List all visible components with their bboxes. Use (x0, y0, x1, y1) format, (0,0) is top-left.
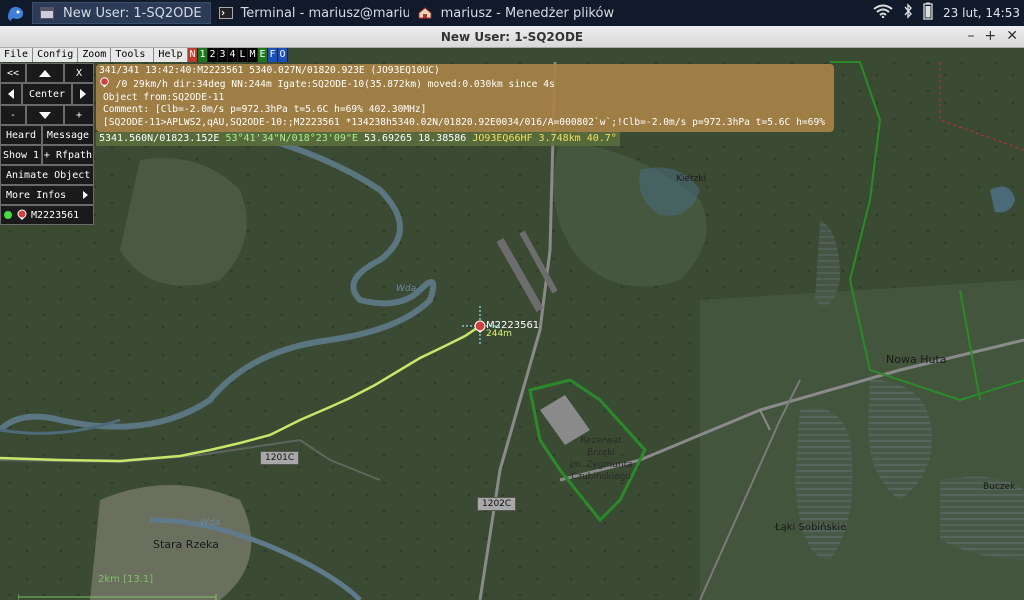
more-infos-label: More Infos (6, 189, 67, 201)
coords-degrees: 53.69265 18.38586 (363, 133, 467, 144)
info-line-with-icon: /0 29km/h dir:34deg NN:244m Igate:SQ2ODE… (99, 77, 831, 91)
heard-button[interactable]: Heard (0, 125, 42, 145)
system-tray: 23 lut, 14:53 (873, 2, 1024, 24)
layer-toggle-f[interactable]: F (267, 48, 278, 62)
place-label: Stara Rzeka (153, 538, 219, 551)
menu-config[interactable]: Config (33, 48, 79, 62)
clock[interactable]: 23 lut, 14:53 (943, 6, 1020, 20)
maximize-icon[interactable]: + (985, 28, 997, 44)
reserve-label-line: Czubińskiego (571, 472, 631, 482)
arrow-right-icon (80, 89, 86, 99)
layer-toggle-o[interactable]: O (277, 48, 288, 62)
center-button[interactable]: Center (22, 83, 72, 105)
back-button[interactable]: << (0, 63, 26, 83)
object-info-popup[interactable]: 341/341 13:42:40:M2223561 5340.027N/0182… (96, 64, 834, 132)
rfpath-button[interactable]: + Rfpath (42, 145, 94, 165)
layer-toggle-3[interactable]: 3 (217, 48, 228, 62)
info-line: 341/341 13:42:40:M2223561 5340.027N/0182… (99, 65, 440, 76)
home-folder-icon (417, 6, 433, 20)
place-label: Kierzki (676, 174, 707, 184)
object-list-item[interactable]: M2223561 (0, 205, 94, 225)
info-line: Comment: [Clb=-2.0m/s p=972.3hPa t=5.6C … (103, 104, 427, 116)
window-titlebar[interactable]: New User: 1-SQ2ODE – + ✕ (0, 26, 1024, 48)
task-label: Terminal - mariusz@marius... (240, 5, 409, 21)
terminal-icon (218, 6, 233, 20)
layer-toggle-m[interactable]: M (247, 48, 258, 62)
arrow-down-icon (39, 111, 51, 119)
place-label: Nowa Huta (886, 353, 947, 366)
reserve-label-line: Rezerwat (580, 436, 622, 446)
coords-decimal: 5341.560N/01823.152E (99, 133, 220, 144)
more-infos-button[interactable]: More Infos (0, 185, 94, 205)
window-title: New User: 1-SQ2ODE (440, 29, 584, 44)
cursor-coordinates: 5341.560N/01823.152E 53°41'34"N/018°23'0… (96, 132, 620, 146)
arrow-up-icon (39, 69, 51, 77)
menu-logo-icon[interactable] (4, 3, 28, 23)
balloon-icon (100, 77, 109, 88)
minimize-icon[interactable]: – (968, 28, 975, 44)
info-line: [SQ2ODE-11>APLWS2,qAU,SQ2ODE-10:;M222356… (103, 116, 831, 128)
task-label: mariusz - Menedżer plików (440, 5, 615, 21)
task-terminal[interactable]: Terminal - mariusz@marius... (213, 2, 409, 24)
layer-toggle-n[interactable]: N (187, 48, 198, 62)
taskbar: New User: 1-SQ2ODE Terminal - mariusz@ma… (0, 0, 1024, 26)
river-label: Wda (200, 518, 221, 528)
coords-dms: 53°41'34"N/018°23'09"E (225, 133, 358, 144)
close-button[interactable]: X (64, 63, 94, 83)
pan-up-button[interactable] (26, 63, 64, 83)
object-name: M2223561 (31, 209, 80, 221)
status-dot-icon (4, 211, 12, 219)
zoom-in-button[interactable]: + (64, 105, 94, 125)
scale-label: 2km [13.1] (98, 574, 154, 585)
place-label: Buczek (983, 482, 1016, 492)
zoom-out-button[interactable]: - (0, 105, 26, 125)
road-badge: 1202C (477, 497, 517, 511)
coords-locator: JO93EQ66HF 3.748km 40.7° (472, 133, 617, 144)
river-label: Wda (396, 284, 417, 294)
layer-toggle-4[interactable]: 4 (227, 48, 238, 62)
show1-button[interactable]: Show 1 (0, 145, 42, 165)
place-label: Łąki Sobińskie (775, 522, 847, 533)
pan-left-button[interactable] (0, 83, 22, 105)
task-filemanager[interactable]: mariusz - Menedżer plików (411, 2, 623, 24)
bluetooth-icon[interactable] (903, 3, 913, 23)
balloon-icon (17, 209, 27, 220)
info-line: /0 29km/h dir:34deg NN:244m Igate:SQ2ODE… (115, 79, 555, 91)
scale-bar: 2km [13.1] (17, 574, 218, 600)
wifi-icon[interactable] (873, 4, 893, 22)
menu-tools[interactable]: Tools (111, 48, 155, 62)
road-badge: 1201C (260, 451, 300, 465)
menu-file[interactable]: File (0, 48, 34, 62)
layer-toggle-2[interactable]: 2 (207, 48, 218, 62)
marker-altitude: 244m (486, 329, 512, 339)
task-newuser[interactable]: New User: 1-SQ2ODE (32, 2, 211, 24)
close-icon[interactable]: ✕ (1006, 28, 1018, 44)
reserve-label: Rezerwat Brzęki im. Zygmunta Czubińskieg… (563, 435, 639, 483)
layer-toggle-1[interactable]: 1 (197, 48, 208, 62)
pan-right-button[interactable] (72, 83, 94, 105)
message-button[interactable]: Message (42, 125, 94, 145)
animate-object-button[interactable]: Animate Object (0, 165, 94, 185)
menu-bar: File Config Zoom Tools Help N 1 2 3 4 L … (0, 48, 288, 62)
layer-toggle-l[interactable]: L (237, 48, 248, 62)
reserve-label-line: Brzęki (587, 448, 615, 458)
menu-zoom[interactable]: Zoom (78, 48, 112, 62)
arrow-right-icon (83, 191, 88, 199)
battery-icon[interactable] (923, 2, 933, 24)
pan-down-button[interactable] (26, 105, 64, 125)
layer-toggle-e[interactable]: E (257, 48, 268, 62)
control-panel: << X Center - + Heard Message Show 1 + R… (0, 63, 94, 225)
window-icon (39, 6, 55, 20)
menu-help[interactable]: Help (154, 48, 188, 62)
reserve-label-line: im. Zygmunta (569, 460, 633, 470)
info-line: Object from:SQ2ODE-11 (103, 91, 225, 103)
task-label: New User: 1-SQ2ODE (63, 5, 202, 21)
balloon-marker-icon[interactable] (473, 319, 487, 333)
arrow-left-icon (8, 89, 14, 99)
